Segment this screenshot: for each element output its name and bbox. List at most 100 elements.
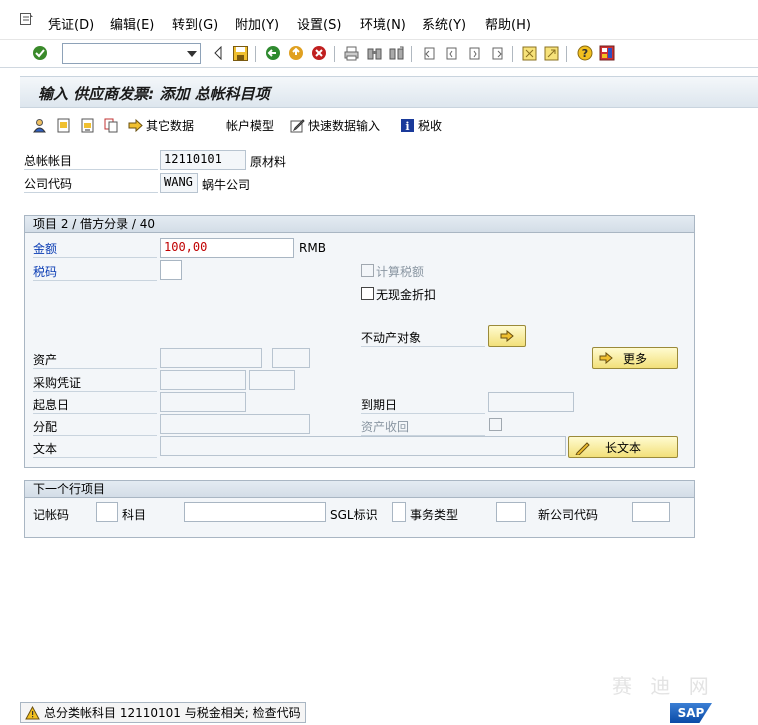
account-field[interactable] <box>184 502 326 522</box>
no-discount-checkbox[interactable] <box>361 287 374 300</box>
sgl-indicator-field[interactable] <box>392 502 406 522</box>
layout-icon[interactable] <box>599 45 615 61</box>
fast-entry-button[interactable]: 快速数据输入 <box>290 116 380 134</box>
pencil-icon <box>575 442 590 455</box>
asset-field[interactable] <box>160 348 262 368</box>
account-label: 科目 <box>122 508 147 522</box>
menu-item-goto[interactable]: 转到(G) <box>172 14 218 33</box>
value-date-field[interactable] <box>160 392 246 412</box>
long-text-button-label: 长文本 <box>604 440 641 455</box>
currency-text: RMB <box>299 241 326 255</box>
next-page-icon[interactable] <box>466 45 482 61</box>
gl-account-field[interactable]: 12110101 <box>160 150 246 170</box>
find-next-icon[interactable] <box>388 45 404 61</box>
calc-tax-checkbox[interactable] <box>361 264 374 277</box>
warning-icon <box>25 705 40 719</box>
exit-icon[interactable] <box>288 45 304 61</box>
page-title: 输入 供应商发票: 添加 总帐科目项 <box>38 85 270 103</box>
account-model-label: 帐户模型 <box>226 118 275 133</box>
info-icon: i <box>401 118 414 133</box>
menu-icon[interactable] <box>20 13 34 25</box>
menu-item-help[interactable]: 帮助(H) <box>485 14 531 33</box>
asset-retirement-checkbox[interactable] <box>489 418 502 431</box>
screen-title-bar: 输入 供应商发票: 添加 总帐科目项 <box>20 76 758 108</box>
new-company-code-label: 新公司代码 <box>538 508 599 522</box>
back-arrow-icon[interactable] <box>210 45 226 61</box>
arrow-right-icon <box>599 352 613 364</box>
pencil-icon <box>290 118 305 132</box>
back-green-icon[interactable] <box>265 45 281 61</box>
assignment-field[interactable] <box>160 414 310 434</box>
status-message: 总分类帐科目 12110101 与税金相关; 检查代码 <box>44 706 301 720</box>
account-model-button[interactable]: 帐户模型 <box>226 116 274 134</box>
tax-code-label: 税码 <box>33 263 157 281</box>
company-code-label: 公司代码 <box>24 175 158 193</box>
real-estate-button[interactable] <box>488 325 526 347</box>
command-input[interactable] <box>63 44 183 63</box>
shortcut-icon[interactable] <box>543 45 559 61</box>
arrow-right-icon <box>128 118 143 132</box>
purchase-doc-field[interactable] <box>160 370 246 390</box>
next-item-group-title: 下一个行项目 <box>25 481 694 498</box>
amount-field[interactable]: 100,00 <box>160 238 294 258</box>
menu-item-settings[interactable]: 设置(S) <box>297 14 341 33</box>
document-icon[interactable] <box>56 116 71 134</box>
asset-sub-field[interactable] <box>272 348 310 368</box>
sgl-indicator-label: SGL标识 <box>330 508 378 522</box>
toolbar-separator <box>411 46 412 62</box>
menu-item-document[interactable]: 凭证(D) <box>48 14 94 33</box>
long-text-button[interactable]: 长文本 <box>568 436 678 458</box>
enter-icon[interactable] <box>32 45 48 61</box>
status-bar[interactable]: 总分类帐科目 12110101 与税金相关; 检查代码 <box>20 702 306 723</box>
find-icon[interactable] <box>366 45 382 61</box>
more-button[interactable]: 更多 <box>592 347 678 369</box>
cancel-icon[interactable] <box>311 45 327 61</box>
fast-entry-label: 快速数据输入 <box>308 118 381 133</box>
prev-page-icon[interactable] <box>443 45 459 61</box>
transaction-type-label: 事务类型 <box>410 508 459 522</box>
menu-item-system[interactable]: 系统(Y) <box>422 14 466 33</box>
calc-tax-label: 计算税额 <box>376 265 425 279</box>
posting-key-label: 记帐码 <box>33 508 70 522</box>
asset-label: 资产 <box>33 351 157 369</box>
document-edit-icon[interactable] <box>80 116 95 134</box>
toolbar-separator <box>255 46 256 62</box>
menu-item-extras[interactable]: 附加(Y) <box>235 14 279 33</box>
menu-bar: 凭证(D) 编辑(E) 转到(G) 附加(Y) 设置(S) 环境(N) 系统(Y… <box>0 0 758 40</box>
svg-text:?: ? <box>582 47 588 60</box>
chevron-down-icon[interactable] <box>187 51 197 57</box>
arrow-right-icon <box>500 330 514 342</box>
person-icon[interactable] <box>32 116 47 134</box>
text-field[interactable] <box>160 436 566 456</box>
last-page-icon[interactable] <box>489 45 505 61</box>
command-field[interactable] <box>62 43 201 64</box>
print-icon[interactable] <box>343 45 359 61</box>
real-estate-label: 不动产对象 <box>361 329 485 347</box>
save-icon[interactable] <box>232 45 248 61</box>
other-data-button[interactable]: 其它数据 <box>128 116 194 134</box>
gl-account-label: 总帐帐目 <box>24 152 158 170</box>
help-icon[interactable]: ? <box>577 45 593 61</box>
posting-key-field[interactable] <box>96 502 118 522</box>
tax-code-field[interactable] <box>160 260 182 280</box>
toolbar-separator <box>566 46 567 62</box>
tax-button[interactable]: i 税收 <box>400 116 442 134</box>
create-session-icon[interactable] <box>521 45 537 61</box>
amount-label: 金额 <box>33 240 157 258</box>
application-toolbar: 其它数据 帐户模型 快速数据输入 i 税收 <box>20 112 758 138</box>
value-date-label: 起息日 <box>33 396 157 414</box>
menu-item-environment[interactable]: 环境(N) <box>360 14 406 33</box>
purchase-doc-item-field[interactable] <box>249 370 295 390</box>
first-page-icon[interactable] <box>421 45 437 61</box>
svg-text:i: i <box>405 120 409 133</box>
due-date-label: 到期日 <box>361 396 485 414</box>
other-data-label: 其它数据 <box>146 118 195 133</box>
more-button-label: 更多 <box>622 351 647 366</box>
due-date-field[interactable] <box>488 392 574 412</box>
asset-retirement-label: 资产收回 <box>361 418 485 436</box>
company-code-field[interactable]: WANG <box>160 173 198 193</box>
new-company-code-field[interactable] <box>632 502 670 522</box>
menu-item-edit[interactable]: 编辑(E) <box>110 14 154 33</box>
copy-icon[interactable] <box>104 116 119 134</box>
transaction-type-field[interactable] <box>496 502 526 522</box>
